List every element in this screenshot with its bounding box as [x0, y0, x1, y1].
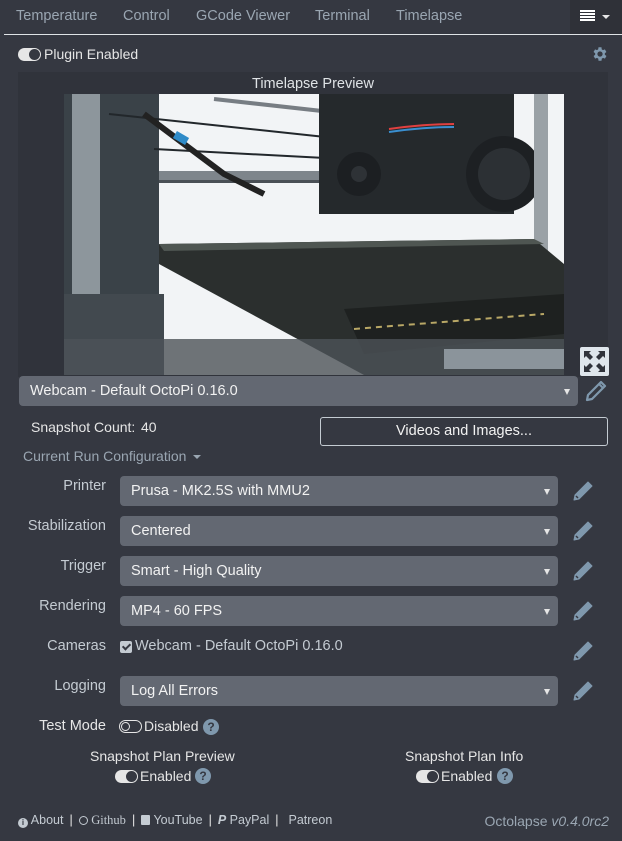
- snapshot-count-value: 40: [141, 419, 157, 435]
- logging-label: Logging: [54, 678, 106, 694]
- settings-gear-icon[interactable]: [591, 45, 609, 63]
- camera-enabled-checkbox[interactable]: [120, 641, 132, 653]
- separator: |: [69, 813, 73, 827]
- dropdown-arrow-icon: [544, 609, 550, 615]
- youtube-label: YouTube: [153, 813, 203, 827]
- rendering-select-value: MP4 - 60 FPS: [131, 603, 223, 619]
- snapshot-plan-info-toggle[interactable]: [416, 770, 439, 783]
- snapshot-plan-info-state: Enabled: [441, 768, 493, 784]
- about-label: About: [30, 813, 64, 827]
- test-mode-help-icon[interactable]: ?: [203, 719, 219, 735]
- fullscreen-expand-icon[interactable]: [580, 347, 609, 376]
- toggle-knob: [29, 49, 40, 60]
- patreon-label: Patreon: [288, 813, 333, 827]
- test-mode-label: Test Mode: [39, 718, 106, 734]
- logging-select[interactable]: Log All Errors: [120, 676, 558, 706]
- rendering-select[interactable]: MP4 - 60 FPS: [120, 596, 558, 626]
- webcam-frame: [64, 94, 564, 375]
- camera-select-value: Webcam - Default OctoPi 0.16.0: [30, 383, 238, 399]
- edit-trigger-pencil-icon[interactable]: [570, 558, 596, 584]
- hamburger-menu-icon: [580, 10, 595, 21]
- printer-select-value: Prusa - MK2.5S with MMU2: [131, 483, 310, 499]
- toggle-knob: [120, 721, 130, 731]
- info-icon: i: [18, 818, 28, 828]
- trigger-select-value: Smart - High Quality: [131, 563, 262, 579]
- paypal-icon: P: [217, 813, 227, 827]
- caret-down-icon: [193, 455, 202, 460]
- rendering-label: Rendering: [39, 598, 106, 614]
- trigger-label: Trigger: [60, 558, 106, 574]
- plugin-enabled-label: Plugin Enabled: [44, 46, 139, 62]
- footer-links: i About | Github | YouTube | P PayPal | Patreo…: [18, 813, 332, 831]
- snapshot-plan-preview-state: Enabled: [140, 768, 192, 784]
- separator: |: [208, 813, 212, 827]
- patreon-link[interactable]: Patreon: [289, 813, 333, 827]
- caret-down-icon: [602, 15, 610, 19]
- snapshot-plan-info-title: Snapshot Plan Info: [405, 748, 524, 764]
- test-mode-state: Disabled: [144, 718, 199, 734]
- dropdown-arrow-icon: [544, 529, 550, 535]
- app-name: Octolapse: [484, 813, 548, 829]
- tab-timelapse[interactable]: Timelapse: [396, 0, 462, 33]
- youtube-icon: [141, 815, 151, 825]
- dropdown-arrow-icon: [544, 489, 550, 495]
- cameras-label: Cameras: [47, 638, 106, 654]
- tab-divider: [4, 34, 622, 35]
- edit-printer-pencil-icon[interactable]: [570, 478, 596, 504]
- toggle-knob: [126, 771, 137, 782]
- dropdown-arrow-icon: [564, 389, 570, 395]
- separator: |: [131, 813, 136, 827]
- current-run-configuration-toggle[interactable]: Current Run Configuration: [23, 448, 202, 464]
- tab-gcode-viewer[interactable]: GCode Viewer: [196, 0, 290, 33]
- version-number: v0.4.0rc2: [551, 813, 609, 829]
- github-icon: [78, 816, 88, 825]
- logging-select-value: Log All Errors: [131, 683, 219, 699]
- tab-control[interactable]: Control: [123, 0, 170, 33]
- stabilization-label: Stabilization: [27, 518, 106, 534]
- preview-title: Timelapse Preview: [252, 76, 374, 92]
- dropdown-arrow-icon: [544, 689, 550, 695]
- plugin-enabled-toggle[interactable]: [18, 48, 41, 61]
- edit-stabilization-pencil-icon[interactable]: [570, 518, 596, 544]
- tab-bar: Temperature Control GCode Viewer Termina…: [0, 0, 622, 34]
- more-tabs-menu-button[interactable]: [570, 0, 622, 34]
- snapshot-plan-preview-help-icon[interactable]: ?: [195, 768, 211, 784]
- edit-camera-pencil-icon[interactable]: [583, 378, 609, 404]
- about-link[interactable]: i About: [18, 813, 64, 828]
- toggle-knob: [427, 771, 438, 782]
- timelapse-preview-panel: Timelapse Preview: [18, 72, 608, 377]
- camera-name: Webcam - Default OctoPi 0.16.0: [135, 638, 343, 654]
- tab-terminal[interactable]: Terminal: [315, 0, 370, 33]
- youtube-link[interactable]: YouTube: [141, 813, 203, 827]
- github-label: Github: [91, 813, 126, 827]
- stabilization-select[interactable]: Centered: [120, 516, 558, 546]
- tab-temperature[interactable]: Temperature: [16, 0, 97, 33]
- trigger-select[interactable]: Smart - High Quality: [120, 556, 558, 586]
- paypal-link[interactable]: P PayPal: [218, 813, 269, 827]
- stabilization-select-value: Centered: [131, 523, 191, 539]
- printer-label: Printer: [63, 478, 106, 494]
- snapshot-count-label: Snapshot Count:: [31, 419, 136, 435]
- edit-rendering-pencil-icon[interactable]: [570, 598, 596, 624]
- printer-select[interactable]: Prusa - MK2.5S with MMU2: [120, 476, 558, 506]
- test-mode-toggle[interactable]: [119, 720, 142, 733]
- snapshot-plan-preview-toggle[interactable]: [115, 770, 138, 783]
- snapshot-plan-preview-title: Snapshot Plan Preview: [90, 748, 235, 764]
- paypal-label: PayPal: [229, 813, 270, 827]
- camera-select[interactable]: Webcam - Default OctoPi 0.16.0: [19, 376, 578, 406]
- snapshot-plan-info-help-icon[interactable]: ?: [497, 768, 513, 784]
- current-run-configuration-label: Current Run Configuration: [23, 448, 187, 464]
- edit-cameras-pencil-icon[interactable]: [570, 638, 596, 664]
- version-info: Octolapse v0.4.0rc2: [484, 813, 609, 829]
- webcam-preview-image: [64, 94, 564, 375]
- videos-and-images-button[interactable]: Videos and Images...: [320, 417, 608, 446]
- github-link[interactable]: Github: [78, 813, 126, 827]
- edit-logging-pencil-icon[interactable]: [570, 678, 596, 704]
- dropdown-arrow-icon: [544, 569, 550, 575]
- separator: |: [275, 813, 279, 827]
